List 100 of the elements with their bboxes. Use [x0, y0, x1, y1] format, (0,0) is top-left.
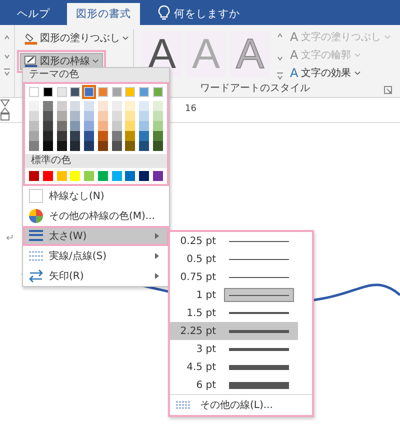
empty-square-icon: [29, 189, 43, 203]
color-swatch[interactable]: [98, 111, 108, 121]
color-swatch[interactable]: [139, 141, 150, 151]
color-swatch[interactable]: [56, 171, 67, 181]
color-swatch[interactable]: [139, 121, 150, 131]
color-swatch[interactable]: [84, 111, 94, 121]
color-swatch[interactable]: [125, 87, 136, 97]
ribbon-tab[interactable]: 図形の書式: [67, 3, 140, 25]
color-swatch[interactable]: [42, 121, 53, 131]
color-swatch[interactable]: [29, 141, 39, 151]
dialog-launcher-icon[interactable]: [384, 86, 392, 94]
weight-option[interactable]: 4.5 pt: [170, 358, 298, 376]
weight-option[interactable]: 1 pt: [170, 286, 298, 304]
color-swatch[interactable]: [152, 111, 163, 121]
color-swatch[interactable]: [139, 131, 150, 141]
color-swatch[interactable]: [112, 87, 122, 97]
tell-me-field[interactable]: 何をしますか: [174, 3, 240, 25]
weight-option[interactable]: 0.25 pt: [170, 232, 298, 250]
color-swatch[interactable]: [42, 87, 53, 97]
indent-marker-icon[interactable]: [0, 99, 10, 121]
ribbon-button[interactable]: 図形の塗りつぶし: [20, 30, 133, 47]
gallery-scroll-icon[interactable]: [3, 33, 11, 77]
color-swatch[interactable]: [29, 171, 39, 181]
color-swatch[interactable]: [98, 87, 108, 97]
weight-option[interactable]: 6 pt: [170, 376, 298, 394]
color-swatch[interactable]: [29, 87, 39, 97]
color-swatch[interactable]: [56, 111, 67, 121]
gallery-scroll-icon[interactable]: [276, 31, 284, 81]
color-swatch[interactable]: [70, 131, 80, 141]
menu-item[interactable]: 枠線なし(N): [23, 186, 169, 206]
color-swatch[interactable]: [112, 131, 122, 141]
color-swatch[interactable]: [42, 131, 53, 141]
weight-option[interactable]: 2.25 pt: [170, 322, 298, 340]
color-swatch[interactable]: [70, 121, 80, 131]
color-swatch[interactable]: [125, 121, 136, 131]
color-swatch[interactable]: [152, 141, 163, 151]
color-swatch[interactable]: [29, 131, 39, 141]
weight-option[interactable]: 0.75 pt: [170, 268, 298, 286]
color-swatch[interactable]: [42, 171, 53, 181]
color-swatch[interactable]: [139, 101, 150, 111]
submenu-arrow-icon: [155, 233, 159, 239]
color-swatch[interactable]: [29, 121, 39, 131]
color-swatch[interactable]: [125, 111, 136, 121]
color-swatch[interactable]: [84, 141, 94, 151]
color-swatch[interactable]: [70, 101, 80, 111]
color-swatch[interactable]: [84, 121, 94, 131]
color-swatch[interactable]: [112, 121, 122, 131]
ribbon-tab[interactable]: ヘルプ: [8, 3, 59, 25]
color-swatch[interactable]: [42, 111, 53, 121]
color-swatch[interactable]: [56, 141, 67, 151]
color-swatch[interactable]: [70, 171, 80, 181]
color-swatch[interactable]: [70, 111, 80, 121]
color-swatch[interactable]: [56, 121, 67, 131]
color-swatch[interactable]: [42, 101, 53, 111]
weight-option[interactable]: 3 pt: [170, 340, 298, 358]
menu-item[interactable]: 実線/点線(S): [23, 246, 169, 266]
dashed-lines-icon: [176, 400, 190, 410]
menu-item[interactable]: その他の枠線の色(M)...: [23, 206, 169, 226]
color-swatch[interactable]: [112, 111, 122, 121]
color-swatch[interactable]: [125, 141, 136, 151]
color-swatch[interactable]: [98, 131, 108, 141]
ribbon-button[interactable]: A 文字の効果: [290, 65, 392, 81]
menu-item[interactable]: 矢印(R): [23, 266, 169, 286]
color-swatch[interactable]: [112, 171, 122, 181]
color-swatch[interactable]: [112, 101, 122, 111]
color-swatch[interactable]: [56, 87, 67, 97]
color-swatch[interactable]: [84, 87, 94, 97]
color-swatch[interactable]: [125, 171, 136, 181]
color-swatch[interactable]: [125, 131, 136, 141]
color-wheel-icon: [29, 209, 43, 223]
color-swatch[interactable]: [139, 111, 150, 121]
weight-option[interactable]: 1.5 pt: [170, 304, 298, 322]
menu-item[interactable]: 太さ(W): [23, 226, 169, 246]
color-swatch[interactable]: [70, 87, 80, 97]
color-swatch[interactable]: [84, 101, 94, 111]
weight-option[interactable]: 0.5 pt: [170, 250, 298, 268]
color-swatch[interactable]: [29, 101, 39, 111]
color-swatch[interactable]: [152, 87, 163, 97]
color-swatch[interactable]: [139, 87, 150, 97]
menu-item[interactable]: その他の線(L)...: [170, 394, 312, 415]
color-swatch[interactable]: [139, 171, 150, 181]
color-swatch[interactable]: [152, 121, 163, 131]
color-swatch[interactable]: [98, 121, 108, 131]
caret-icon: [354, 52, 362, 58]
color-swatch[interactable]: [152, 171, 163, 181]
color-swatch[interactable]: [98, 141, 108, 151]
color-swatch[interactable]: [56, 131, 67, 141]
color-swatch[interactable]: [98, 101, 108, 111]
color-swatch[interactable]: [152, 101, 163, 111]
color-swatch[interactable]: [56, 101, 67, 111]
color-swatch[interactable]: [125, 101, 136, 111]
color-swatch[interactable]: [29, 111, 39, 121]
color-swatch[interactable]: [112, 141, 122, 151]
ruler-number: 16: [185, 104, 196, 114]
color-swatch[interactable]: [70, 141, 80, 151]
color-swatch[interactable]: [152, 131, 163, 141]
color-swatch[interactable]: [84, 171, 94, 181]
color-swatch[interactable]: [42, 141, 53, 151]
color-swatch[interactable]: [98, 171, 108, 181]
color-swatch[interactable]: [84, 131, 94, 141]
